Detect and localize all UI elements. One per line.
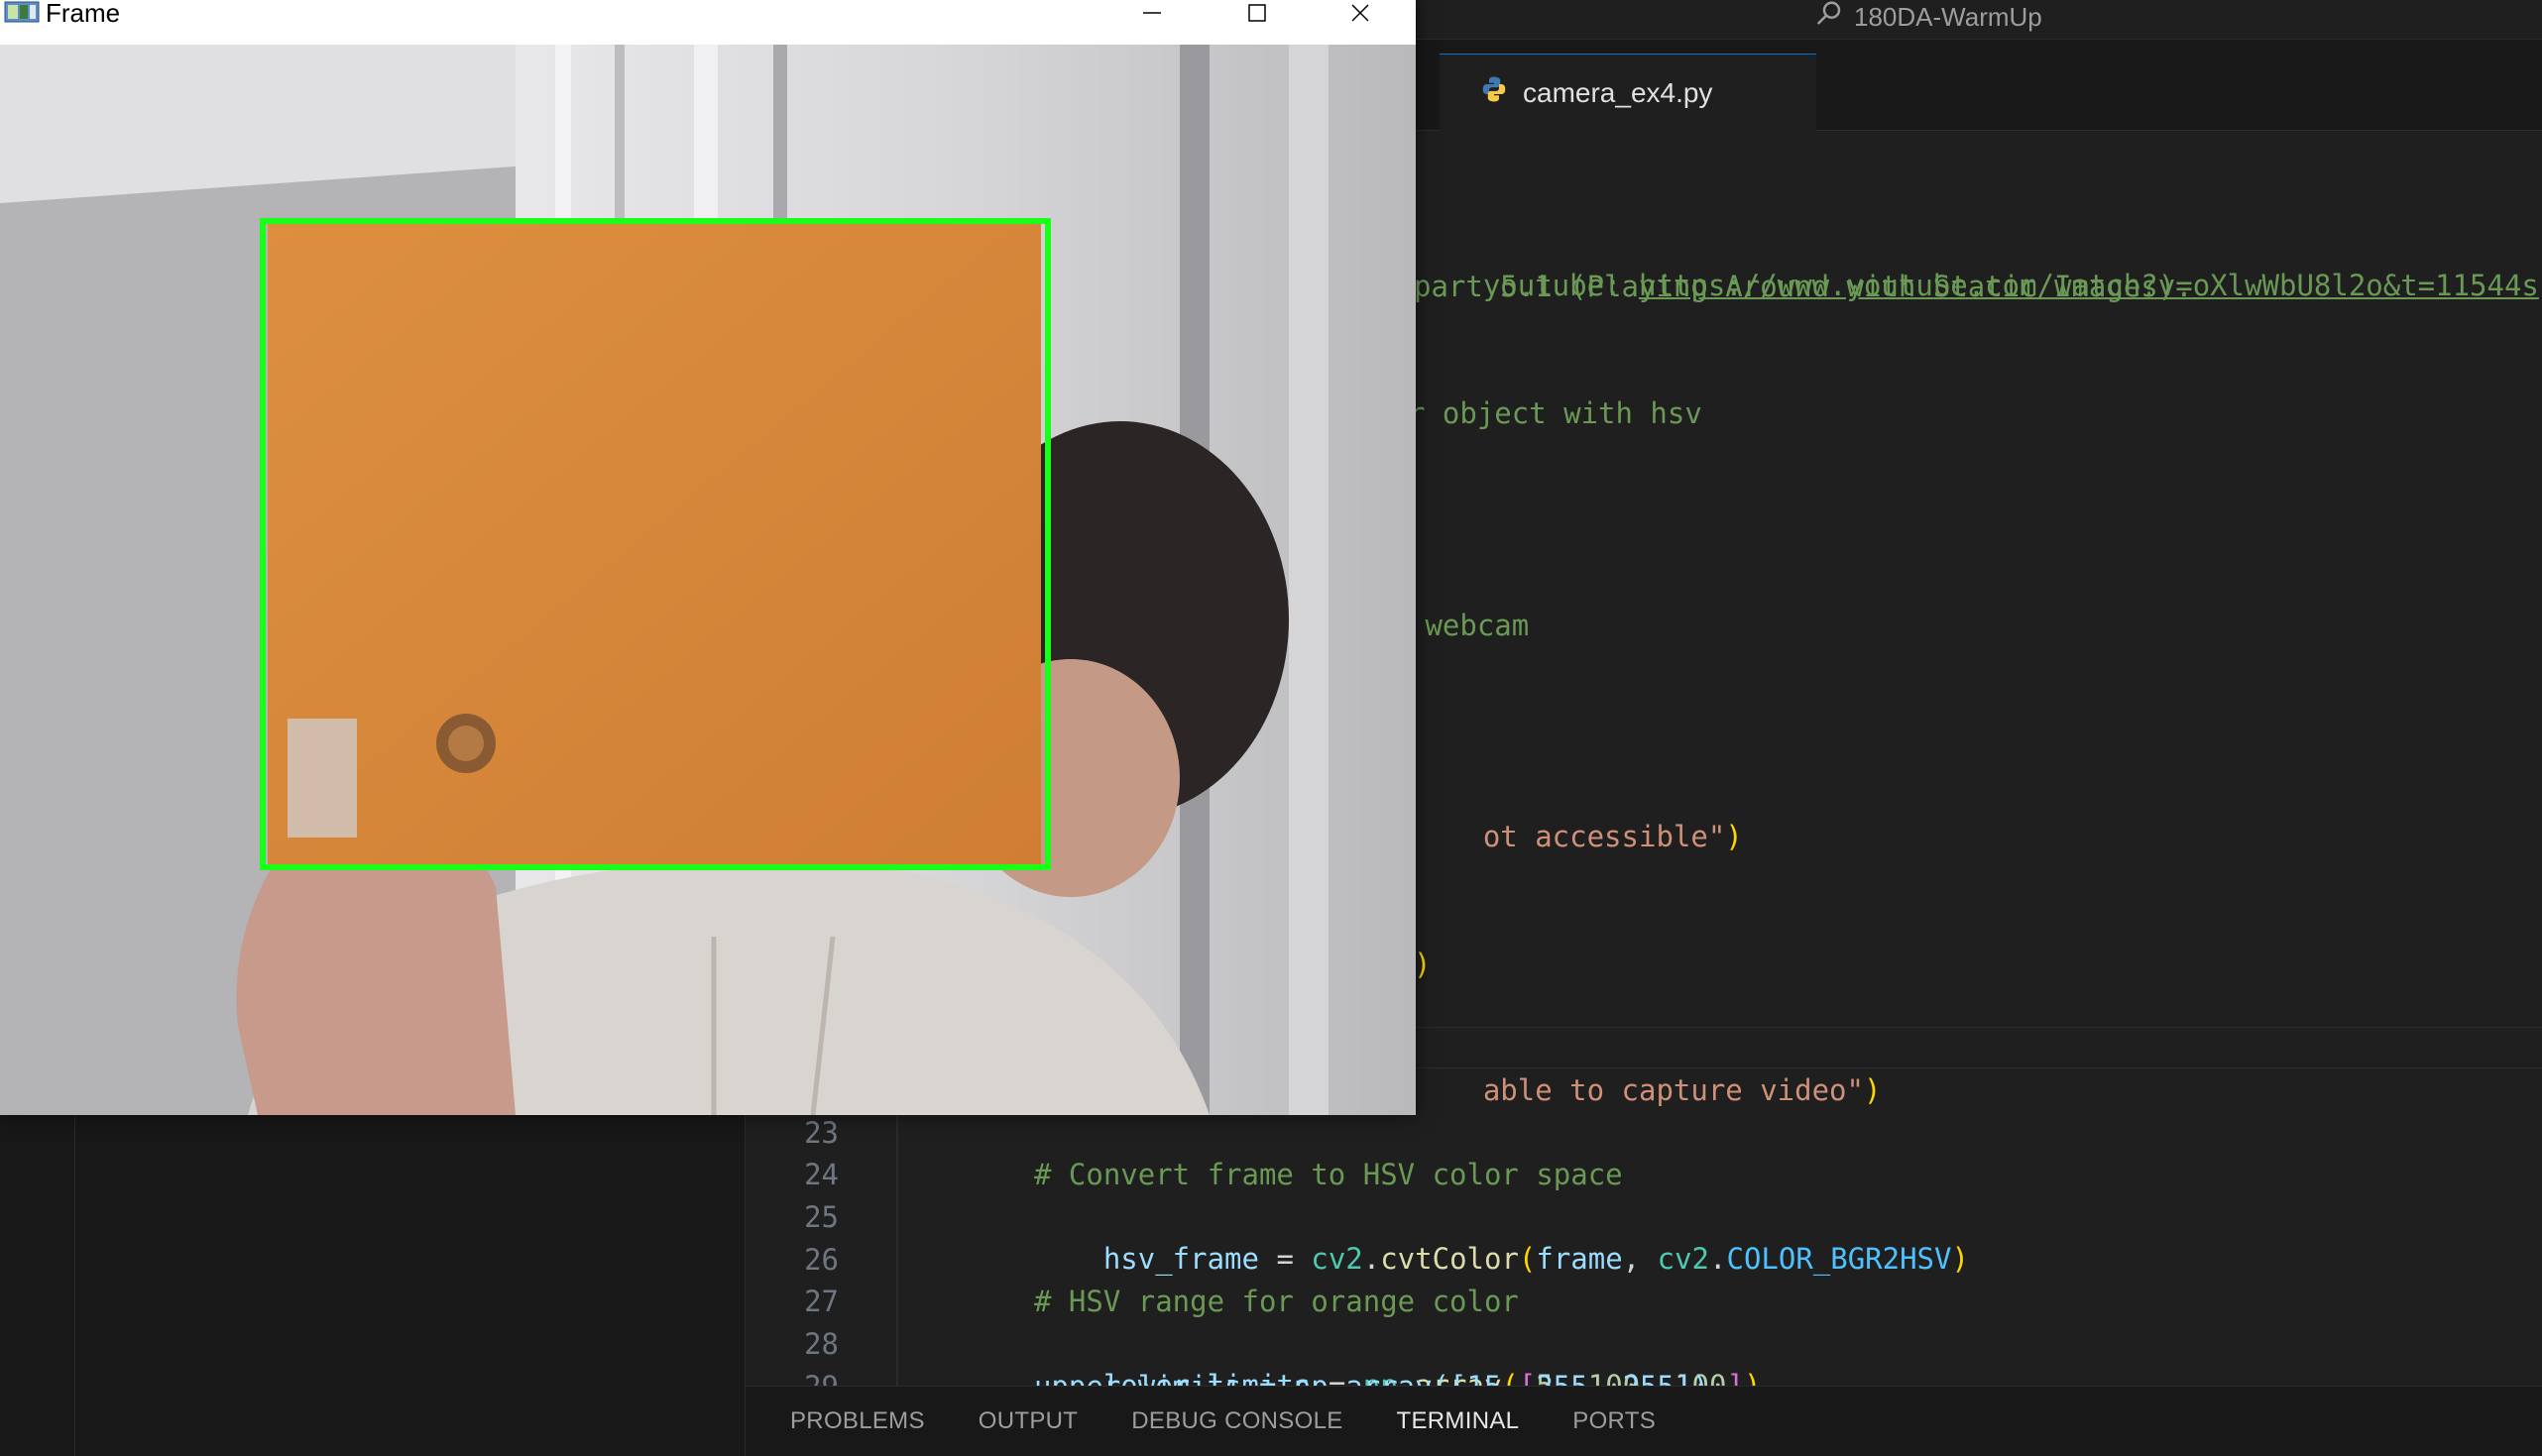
code-line-25: hsv_frame = cv2.cvtColor(frame, cv2.COLO…: [1102, 1242, 1969, 1276]
maximize-icon: [1248, 4, 1266, 22]
tab-ports[interactable]: PORTS: [1572, 1407, 1656, 1435]
frame-title-bar[interactable]: Frame: [0, 0, 1416, 45]
close-button[interactable]: [1330, 0, 1390, 26]
webcam-image: [0, 45, 1416, 1115]
indent-guide: [896, 1110, 898, 1386]
code-line-capture-video: able to capture video"): [1482, 1073, 1882, 1107]
code-line-youtube: youtube: https://www.youtube.com/watch?v…: [1482, 269, 2539, 302]
tab-camera-ex4[interactable]: camera_ex4.py: [1440, 54, 1816, 131]
tab-problems[interactable]: PROBLEMS: [790, 1407, 925, 1435]
code-line-hsv-comment: r object with hsv: [1408, 396, 1702, 430]
code-line-27: # HSV range for orange color: [1034, 1285, 1519, 1318]
app-icon: [4, 0, 42, 24]
code-line-24: # Convert frame to HSV color space: [1034, 1158, 1623, 1191]
close-icon: [1351, 4, 1369, 22]
line-number: 29: [746, 1366, 839, 1386]
tab-output[interactable]: OUTPUT: [979, 1407, 1078, 1435]
clipped-line-container: 29 upper_limits = np.array([15, 255, 255…: [746, 1366, 2542, 1386]
line-number: 28: [804, 1327, 839, 1361]
python-file-icon: [1479, 74, 1509, 111]
code-line-not-accessible: ot accessible"): [1482, 820, 1743, 853]
line-number: 27: [804, 1285, 839, 1318]
minimize-icon: [1143, 12, 1161, 14]
tab-label: camera_ex4.py: [1523, 76, 1713, 108]
webcam-frame: [0, 45, 1416, 1115]
line-number: 23: [804, 1116, 839, 1150]
maximize-button[interactable]: [1227, 0, 1287, 26]
code-line-28: lower_limits = np.array([5, 100, 100]): [1034, 1323, 1762, 1402]
search-icon: [1814, 0, 1844, 36]
frame-title: Frame: [46, 0, 121, 28]
line-number: 24: [804, 1158, 839, 1191]
code-line-paren: ): [1414, 948, 1432, 981]
minimize-button[interactable]: [1122, 0, 1182, 26]
tab-terminal[interactable]: TERMINAL: [1397, 1407, 1520, 1435]
line-number: 25: [804, 1200, 839, 1234]
code-line-part: part 5.1 (Playing Around with Static Ima…: [1414, 270, 2193, 303]
workspace-name: 180DA-WarmUp: [1854, 1, 2042, 32]
frame-window[interactable]: Frame: [0, 0, 1416, 1115]
tab-debug-console[interactable]: DEBUG CONSOLE: [1131, 1407, 1342, 1435]
command-center-search[interactable]: 180DA-WarmUp: [1814, 0, 2042, 34]
panel-tab-bar: PROBLEMS OUTPUT DEBUG CONSOLE TERMINAL P…: [746, 1386, 2542, 1456]
code-line-29: upper_limits = np.array([15, 255, 255]): [1034, 1366, 1709, 1386]
line-number: 26: [804, 1243, 839, 1277]
code-line-webcam-comment: webcam: [1408, 609, 1530, 642]
